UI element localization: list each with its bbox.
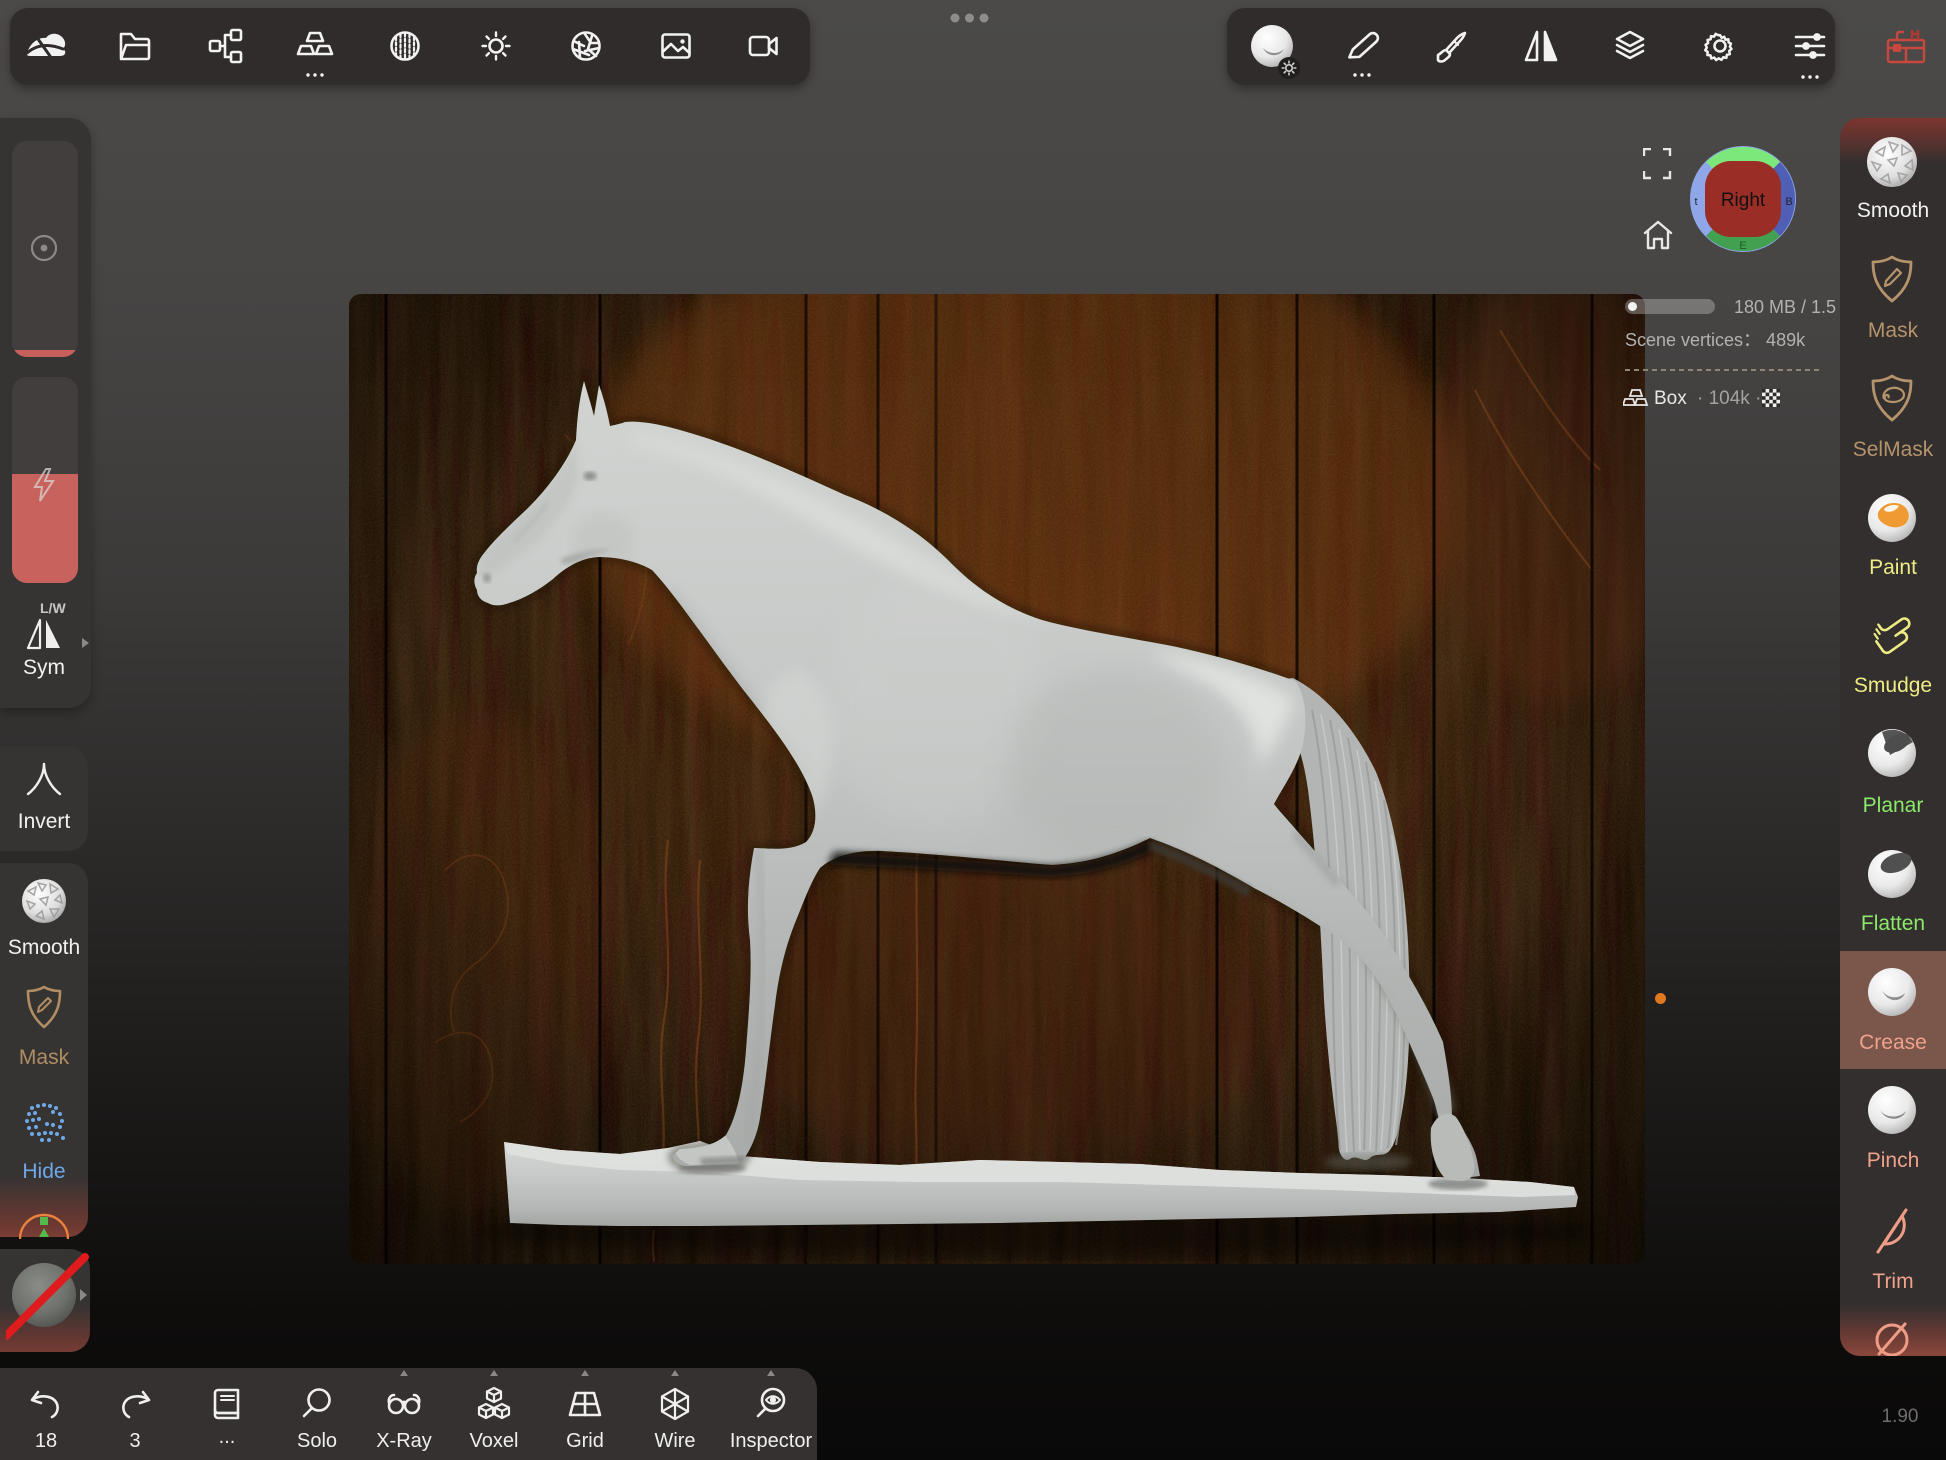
svg-text:E: E bbox=[1739, 240, 1746, 252]
svg-text:B: B bbox=[1785, 196, 1792, 208]
svg-text:t: t bbox=[1694, 196, 1697, 208]
svg-text:Right: Right bbox=[1721, 190, 1766, 211]
